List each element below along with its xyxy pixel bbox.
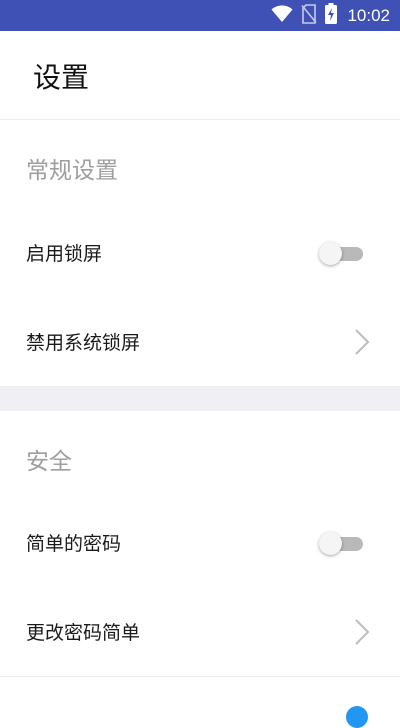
setting-label: 启用锁屏 — [26, 243, 103, 265]
switch-thumb — [319, 532, 342, 555]
section-gap — [0, 386, 400, 411]
section-header-label: 常规设置 — [26, 158, 118, 184]
setting-label: 更改密码简单 — [26, 622, 141, 644]
setting-label: 禁用系统锁屏 — [26, 332, 141, 354]
setting-row-enable-lockscreen[interactable]: 启用锁屏 — [0, 208, 400, 298]
switch-thumb — [319, 242, 342, 265]
section-header-general: 常规设置 — [0, 120, 400, 210]
wifi-icon — [271, 5, 293, 27]
simple-password-switch[interactable] — [319, 532, 365, 555]
enable-lockscreen-switch[interactable] — [319, 242, 365, 265]
setting-row-change-simple-password[interactable]: 更改密码简单 — [0, 587, 400, 677]
setting-row-disable-system-lockscreen[interactable]: 禁用系统锁屏 — [0, 297, 400, 386]
section-header-security: 安全 — [0, 411, 400, 501]
setting-label: 简单的密码 — [26, 533, 122, 555]
status-time: 10:02 — [347, 5, 390, 25]
page-title: 设置 — [33, 61, 90, 94]
battery-charging-icon — [325, 3, 338, 28]
app-bar: 设置 — [0, 31, 400, 120]
no-sim-icon — [301, 3, 318, 28]
partial-switch-thumb[interactable] — [346, 706, 368, 728]
chevron-right-icon — [354, 618, 370, 646]
status-bar: 10:02 — [0, 0, 400, 31]
chevron-right-icon — [354, 328, 370, 356]
section-header-label: 安全 — [26, 449, 72, 475]
setting-row-simple-password[interactable]: 简单的密码 — [0, 498, 400, 588]
status-icons: 10:02 — [271, 0, 390, 31]
